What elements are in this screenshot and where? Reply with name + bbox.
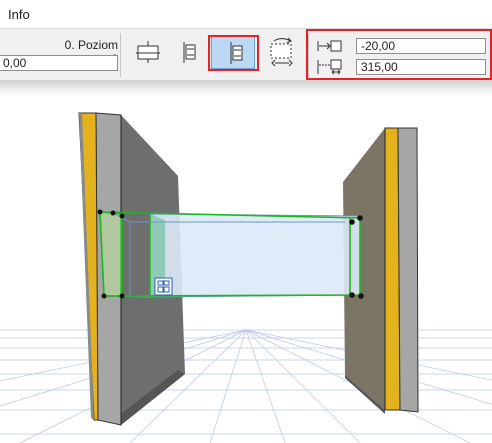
offset-field[interactable]	[356, 38, 486, 54]
info-titlebar: Info	[0, 0, 492, 28]
info-panel: 0. Poziom 0	[0, 28, 492, 81]
anchor-core-button[interactable]	[211, 35, 255, 69]
offset-from-edge-field[interactable]	[356, 59, 486, 75]
flip-button[interactable]	[261, 35, 305, 69]
window-title: Info	[8, 7, 30, 22]
3d-viewport[interactable]	[0, 96, 492, 443]
anchor-left-button[interactable]	[126, 35, 170, 69]
separator	[308, 33, 309, 77]
anchor-left-icon	[136, 41, 160, 63]
anchor-core-icon	[230, 42, 243, 64]
panel-shadow	[0, 80, 492, 96]
anchor-marker-icon[interactable]	[154, 277, 173, 296]
anchor-center-button[interactable]	[166, 35, 210, 69]
offset-from-edge-icon	[317, 59, 342, 75]
elevation-field[interactable]	[0, 55, 118, 71]
offset-icon	[317, 40, 342, 52]
separator	[120, 33, 121, 77]
anchor-center-icon	[183, 42, 196, 63]
flip-icon	[270, 37, 293, 67]
glass-panel[interactable]	[114, 213, 361, 298]
